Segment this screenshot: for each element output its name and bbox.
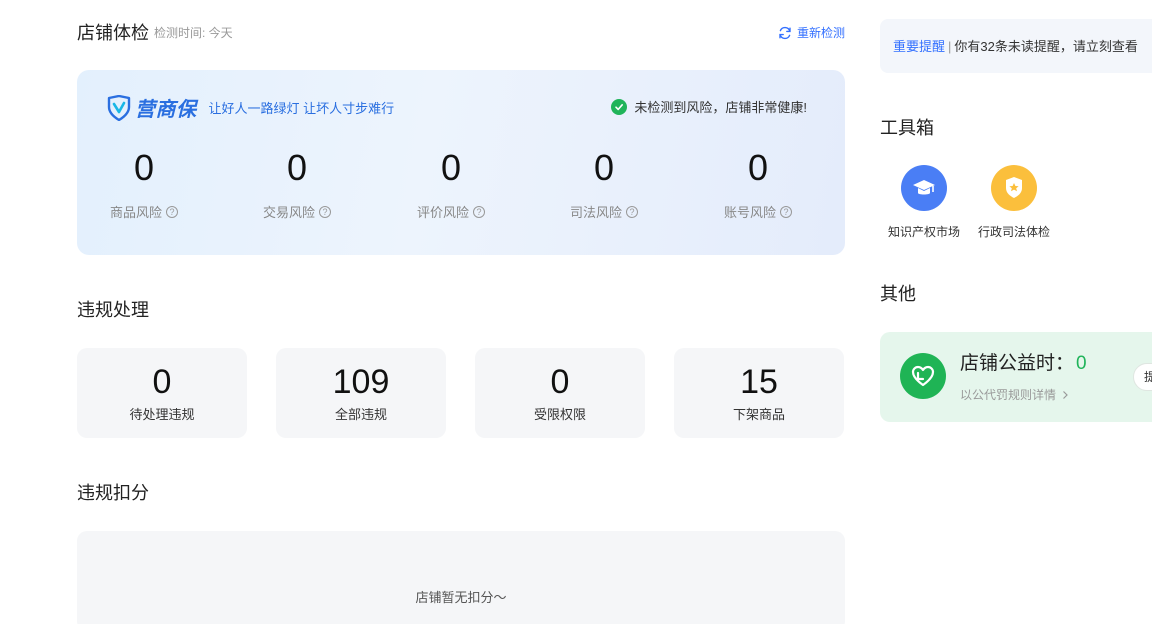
brand: 营商保 让好人一路绿灯 让坏人寸步难行: [107, 93, 394, 122]
violation-value: 0: [152, 363, 172, 401]
toolbox-title: 工具箱: [880, 118, 934, 138]
shield-star-icon: [991, 165, 1037, 211]
help-icon[interactable]: ?: [319, 205, 331, 218]
brand-slogan: 让好人一路绿灯 让坏人寸步难行: [208, 101, 395, 116]
heart-hand-icon: [900, 353, 946, 399]
risk-value: 0: [286, 147, 308, 188]
welfare-action-button[interactable]: 提: [1133, 363, 1152, 391]
shop-check-title: 店铺体检: [77, 23, 149, 43]
left-column: 店铺体检 检测时间: 今天 重新检测 营商保 让好人一路绿灯 让坏人寸步难行 未…: [77, 0, 845, 624]
deduction-title: 违规扣分: [77, 483, 149, 503]
chevron-right-icon: [1063, 390, 1068, 399]
welfare-label: 店铺公益时：: [960, 353, 1075, 374]
risk-label: 商品风险?: [84, 202, 204, 221]
check-circle-icon: [611, 98, 628, 115]
risk-item-product[interactable]: 0 商品风险?: [84, 148, 204, 221]
risk-grid: 0 商品风险? 0 交易风险? 0 评价风险? 0 司法风险? 0 账号风险?: [77, 148, 845, 228]
refresh-icon: [779, 26, 791, 40]
risk-value: 0: [747, 147, 769, 188]
deduction-empty-text: 店铺暂无扣分～: [415, 590, 507, 605]
risk-value: 0: [593, 147, 615, 188]
help-icon[interactable]: ?: [166, 205, 178, 218]
violation-label: 受限权限: [533, 407, 586, 422]
tool-admin-judicial-check[interactable]: 行政司法体检: [974, 165, 1054, 240]
risk-label: 账号风险?: [698, 202, 818, 221]
risk-label: 司法风险?: [544, 202, 664, 221]
help-icon[interactable]: ?: [626, 205, 638, 218]
violation-card-restricted[interactable]: 0 受限权限: [475, 348, 645, 438]
recheck-button[interactable]: 重新检测: [778, 24, 845, 42]
risk-label: 评价风险?: [391, 202, 511, 221]
risk-item-trade[interactable]: 0 交易风险?: [237, 148, 357, 221]
tool-label: 行政司法体检: [977, 225, 1050, 239]
other-title: 其他: [880, 284, 916, 304]
welfare-rules-link[interactable]: 以公代罚规则详情: [960, 386, 1070, 403]
welfare-card[interactable]: 店铺公益时：0 以公代罚规则详情 提: [880, 332, 1152, 422]
violation-card-delisted[interactable]: 15 下架商品: [674, 348, 844, 438]
notice-text[interactable]: 你有32条未读提醒，请立刻查看: [954, 39, 1137, 54]
help-icon[interactable]: ?: [780, 205, 792, 218]
welfare-value: 0: [1076, 353, 1087, 374]
risk-value: 0: [440, 147, 462, 188]
violation-card-all[interactable]: 109 全部违规: [276, 348, 446, 438]
shop-check-header: 店铺体检 检测时间: 今天 重新检测: [77, 20, 845, 46]
health-status-text: 未检测到风险，店铺非常健康!: [634, 100, 807, 115]
brand-logo: 营商保: [135, 99, 197, 121]
tool-ip-market[interactable]: 知识产权市场: [884, 165, 964, 240]
risk-item-account[interactable]: 0 账号风险?: [698, 148, 818, 221]
welfare-title: 店铺公益时： 0: [960, 351, 1087, 377]
tool-label: 知识产权市场: [887, 225, 960, 239]
check-time: 检测时间: 今天: [154, 26, 233, 40]
risk-item-judicial[interactable]: 0 司法风险?: [544, 148, 664, 221]
violation-value: 15: [740, 363, 778, 401]
deduction-box: 店铺暂无扣分～: [77, 531, 845, 624]
violation-value: 109: [332, 363, 390, 401]
notice-separator: |: [948, 39, 952, 54]
risk-label: 交易风险?: [237, 202, 357, 221]
risk-value: 0: [133, 147, 155, 188]
violation-label: 全部违规: [334, 407, 387, 422]
shield-logo-icon: [107, 94, 131, 121]
violation-card-pending[interactable]: 0 待处理违规: [77, 348, 247, 438]
health-card: 营商保 让好人一路绿灯 让坏人寸步难行 未检测到风险，店铺非常健康! 0 商品风…: [77, 70, 845, 255]
recheck-label: 重新检测: [796, 26, 845, 40]
health-status: 未检测到风险，店铺非常健康!: [611, 97, 807, 116]
help-icon[interactable]: ?: [473, 205, 485, 218]
graduation-cap-icon: [901, 165, 947, 211]
risk-item-review[interactable]: 0 评价风险?: [391, 148, 511, 221]
violation-label: 下架商品: [732, 407, 785, 422]
violation-value: 0: [550, 363, 570, 401]
notice-bar: 重要提醒 | 你有32条未读提醒，请立刻查看: [880, 19, 1152, 73]
welfare-sub-text: 以公代罚规则详情: [960, 388, 1057, 402]
notice-link[interactable]: 重要提醒: [893, 39, 945, 54]
violation-label: 待处理违规: [129, 407, 195, 422]
violations-title: 违规处理: [77, 300, 149, 320]
